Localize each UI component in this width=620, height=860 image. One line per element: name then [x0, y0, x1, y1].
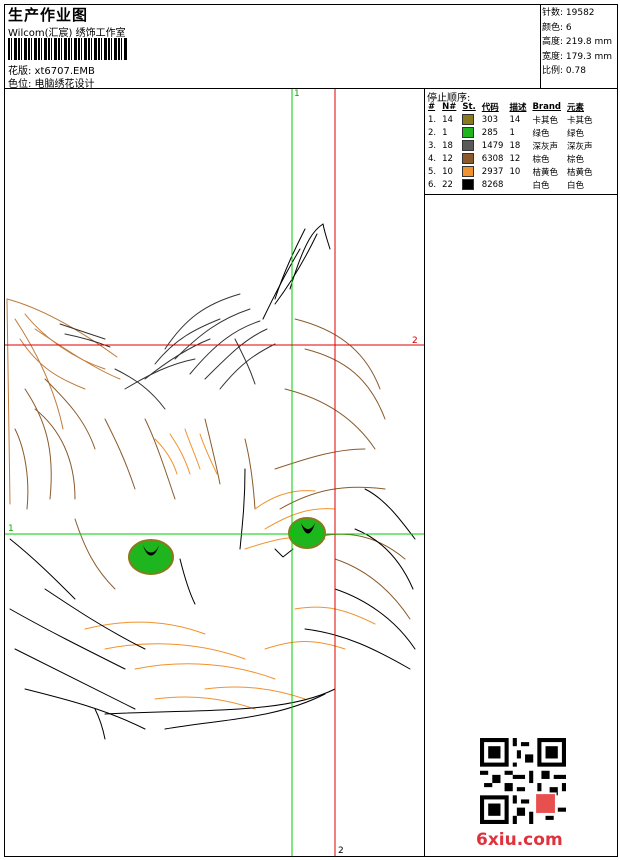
description-cell: 棕色 — [532, 154, 550, 165]
table-row: 3. 18 1479 18 深灰声 深灰声 — [425, 139, 596, 152]
description-cell: 绿色 — [532, 128, 550, 139]
design-width: 宽度: 179.3 mm — [542, 51, 613, 62]
red-vertical-label: 2 — [338, 846, 344, 856]
stitch-count-cell: 2937 — [481, 166, 504, 177]
brand-cell: 绿色 — [567, 128, 585, 139]
column-header: N# — [442, 102, 457, 112]
swatch-cell — [459, 113, 478, 126]
row-number: 5. — [428, 166, 437, 177]
right-eye — [288, 517, 326, 549]
column-header: 元素 — [567, 103, 585, 113]
left-ear — [6, 298, 121, 505]
barcode — [8, 38, 128, 60]
head-tuft — [59, 293, 276, 410]
needle-number: 22 — [442, 179, 453, 190]
needle-number: 10 — [442, 166, 453, 177]
green-vertical-label: 1 — [294, 89, 300, 99]
brown-fur — [14, 318, 411, 620]
swatch-cell — [459, 178, 478, 191]
code-cell: 12 — [509, 153, 521, 164]
red-horizontal-label: 2 — [412, 336, 418, 346]
code-cell: 10 — [509, 166, 521, 177]
sequence-divider — [424, 194, 618, 195]
color-swatch — [462, 179, 475, 190]
stats-divider — [540, 4, 541, 88]
code-cell: 18 — [509, 140, 521, 151]
stats-panel: 针数: 19582 颜色: 6 高度: 219.8 mm 宽度: 179.3 m… — [542, 6, 612, 79]
stitch-count-cell: 6308 — [481, 153, 504, 164]
needle-number: 12 — [442, 153, 453, 164]
swatch-cell — [459, 126, 478, 139]
color-swatch — [462, 127, 475, 138]
table-row: 4. 12 6308 12 棕色 棕色 — [425, 152, 596, 165]
embroidery-design — [5, 89, 424, 856]
stitch-count-cell: 1479 — [481, 140, 504, 151]
row-number: 3. — [428, 140, 437, 151]
description-cell: 深灰声 — [532, 141, 558, 152]
needle-number: 14 — [442, 114, 453, 125]
stitch-count-cell: 303 — [481, 114, 499, 125]
panel-divider — [424, 88, 425, 857]
design-height: 高度: 219.8 mm — [542, 37, 613, 47]
column-header: 代码 — [481, 103, 499, 113]
description-cell: 白色 — [532, 180, 550, 191]
needle-number: 18 — [442, 140, 453, 151]
description-cell: 卡其色 — [532, 115, 558, 126]
color-count: 颜色: 6 — [542, 22, 572, 33]
column-header: 描述 — [509, 103, 527, 113]
design-scale: 比例: 0.78 — [542, 66, 586, 76]
color-swatch — [462, 153, 475, 164]
color-position: 色位: 电脑绣花设计 — [8, 79, 95, 90]
table-row: 6. 22 8268 白色 白色 — [425, 178, 596, 191]
row-number: 4. — [428, 153, 437, 164]
stitch-count-cell: 285 — [481, 127, 499, 138]
table-row: 5. 10 2937 10 桔黄色 桔黄色 — [425, 165, 596, 178]
swatch-cell — [459, 152, 478, 165]
color-sequence-table: # N# St. 代码 描述 Brand 元素 1. 14 303 14 卡其色 卡其色 2. 1 285 1… — [425, 101, 596, 191]
column-header: St. — [462, 102, 476, 112]
table-row: 1. 14 303 14 卡其色 卡其色 — [425, 113, 596, 126]
green-horizontal-label: 1 — [8, 524, 14, 534]
row-number: 1. — [428, 114, 437, 125]
brand-cell: 卡其色 — [567, 115, 593, 126]
color-swatch — [462, 140, 475, 151]
code-cell: 14 — [509, 114, 521, 125]
brand-cell: 桔黄色 — [567, 167, 593, 178]
row-number: 6. — [428, 179, 437, 190]
left-eye — [128, 539, 174, 575]
right-ear — [262, 223, 331, 320]
column-header: Brand — [532, 102, 561, 112]
table-row: 2. 1 285 1 绿色 绿色 — [425, 126, 596, 139]
row-number: 2. — [428, 127, 437, 138]
watermark: 6xiu.com — [476, 830, 563, 850]
brand-cell: 白色 — [567, 180, 585, 191]
qr-logo — [534, 792, 557, 815]
color-swatch — [462, 166, 475, 177]
brand-cell: 深灰声 — [567, 141, 593, 152]
code-cell: 1 — [509, 127, 515, 138]
swatch-cell — [459, 165, 478, 178]
stitch-count-cell: 8268 — [481, 179, 504, 190]
needle-number: 1 — [442, 127, 448, 138]
description-cell: 桔黄色 — [532, 167, 558, 178]
page-title: 生产作业图 — [8, 6, 89, 24]
table-header-row: # N# St. 代码 描述 Brand 元素 — [425, 101, 596, 113]
swatch-cell — [459, 139, 478, 152]
qr-code — [480, 738, 566, 824]
studio-name: Wilcom(汇宸) 绣饰工作室 — [8, 28, 126, 39]
column-header: # — [428, 102, 436, 112]
stitch-count: 针数: 19582 — [542, 8, 595, 18]
code-cell — [506, 178, 529, 191]
color-swatch — [462, 114, 475, 125]
brand-cell: 棕色 — [567, 154, 585, 165]
